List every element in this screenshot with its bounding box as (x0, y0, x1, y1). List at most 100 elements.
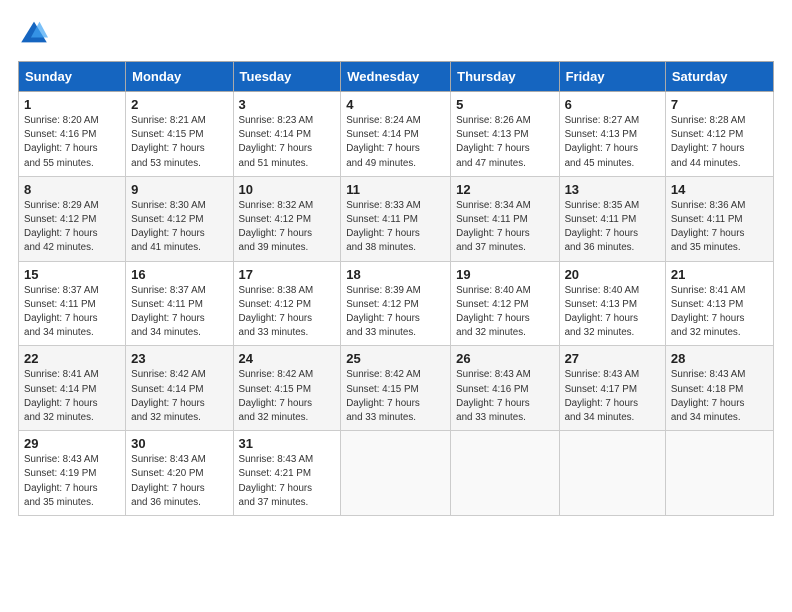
day-info: Sunrise: 8:42 AM Sunset: 4:15 PM Dayligh… (239, 368, 336, 425)
day-info: Sunrise: 8:23 AM Sunset: 4:14 PM Dayligh… (239, 114, 336, 171)
day-number: 28 (671, 351, 768, 366)
logo-icon (20, 18, 48, 46)
col-header-monday: Monday (126, 62, 233, 92)
calendar-cell: 29 Sunrise: 8:43 AM Sunset: 4:19 PM Dayl… (19, 431, 126, 516)
day-number: 25 (346, 351, 445, 366)
calendar-cell (341, 431, 451, 516)
day-number: 19 (456, 267, 553, 282)
day-info: Sunrise: 8:43 AM Sunset: 4:16 PM Dayligh… (456, 368, 553, 425)
calendar-cell: 6 Sunrise: 8:27 AM Sunset: 4:13 PM Dayli… (559, 92, 665, 177)
day-info: Sunrise: 8:32 AM Sunset: 4:12 PM Dayligh… (239, 199, 336, 256)
day-number: 3 (239, 97, 336, 112)
calendar-cell: 24 Sunrise: 8:42 AM Sunset: 4:15 PM Dayl… (233, 346, 341, 431)
calendar-week-5: 29 Sunrise: 8:43 AM Sunset: 4:19 PM Dayl… (19, 431, 774, 516)
col-header-tuesday: Tuesday (233, 62, 341, 92)
col-header-wednesday: Wednesday (341, 62, 451, 92)
day-info: Sunrise: 8:34 AM Sunset: 4:11 PM Dayligh… (456, 199, 553, 256)
day-number: 6 (565, 97, 660, 112)
day-info: Sunrise: 8:20 AM Sunset: 4:16 PM Dayligh… (24, 114, 120, 171)
calendar-week-1: 1 Sunrise: 8:20 AM Sunset: 4:16 PM Dayli… (19, 92, 774, 177)
calendar-header-row: SundayMondayTuesdayWednesdayThursdayFrid… (19, 62, 774, 92)
calendar-cell: 25 Sunrise: 8:42 AM Sunset: 4:15 PM Dayl… (341, 346, 451, 431)
calendar-cell: 8 Sunrise: 8:29 AM Sunset: 4:12 PM Dayli… (19, 176, 126, 261)
calendar-cell (451, 431, 559, 516)
calendar-cell: 17 Sunrise: 8:38 AM Sunset: 4:12 PM Dayl… (233, 261, 341, 346)
day-number: 30 (131, 436, 227, 451)
day-info: Sunrise: 8:26 AM Sunset: 4:13 PM Dayligh… (456, 114, 553, 171)
col-header-sunday: Sunday (19, 62, 126, 92)
day-number: 31 (239, 436, 336, 451)
day-info: Sunrise: 8:21 AM Sunset: 4:15 PM Dayligh… (131, 114, 227, 171)
day-info: Sunrise: 8:35 AM Sunset: 4:11 PM Dayligh… (565, 199, 660, 256)
calendar-cell: 31 Sunrise: 8:43 AM Sunset: 4:21 PM Dayl… (233, 431, 341, 516)
col-header-saturday: Saturday (665, 62, 773, 92)
calendar-cell: 21 Sunrise: 8:41 AM Sunset: 4:13 PM Dayl… (665, 261, 773, 346)
day-number: 20 (565, 267, 660, 282)
day-number: 5 (456, 97, 553, 112)
calendar-cell: 14 Sunrise: 8:36 AM Sunset: 4:11 PM Dayl… (665, 176, 773, 261)
day-info: Sunrise: 8:42 AM Sunset: 4:15 PM Dayligh… (346, 368, 445, 425)
calendar-cell: 10 Sunrise: 8:32 AM Sunset: 4:12 PM Dayl… (233, 176, 341, 261)
day-number: 8 (24, 182, 120, 197)
calendar-cell: 3 Sunrise: 8:23 AM Sunset: 4:14 PM Dayli… (233, 92, 341, 177)
day-number: 15 (24, 267, 120, 282)
day-number: 7 (671, 97, 768, 112)
day-number: 12 (456, 182, 553, 197)
day-number: 27 (565, 351, 660, 366)
day-info: Sunrise: 8:39 AM Sunset: 4:12 PM Dayligh… (346, 284, 445, 341)
logo (18, 18, 52, 51)
day-info: Sunrise: 8:29 AM Sunset: 4:12 PM Dayligh… (24, 199, 120, 256)
day-info: Sunrise: 8:41 AM Sunset: 4:13 PM Dayligh… (671, 284, 768, 341)
calendar-cell: 23 Sunrise: 8:42 AM Sunset: 4:14 PM Dayl… (126, 346, 233, 431)
day-number: 14 (671, 182, 768, 197)
day-number: 2 (131, 97, 227, 112)
day-info: Sunrise: 8:24 AM Sunset: 4:14 PM Dayligh… (346, 114, 445, 171)
calendar-cell: 22 Sunrise: 8:41 AM Sunset: 4:14 PM Dayl… (19, 346, 126, 431)
day-info: Sunrise: 8:37 AM Sunset: 4:11 PM Dayligh… (131, 284, 227, 341)
day-info: Sunrise: 8:36 AM Sunset: 4:11 PM Dayligh… (671, 199, 768, 256)
calendar-week-2: 8 Sunrise: 8:29 AM Sunset: 4:12 PM Dayli… (19, 176, 774, 261)
calendar-cell: 7 Sunrise: 8:28 AM Sunset: 4:12 PM Dayli… (665, 92, 773, 177)
calendar-cell: 26 Sunrise: 8:43 AM Sunset: 4:16 PM Dayl… (451, 346, 559, 431)
calendar-cell: 20 Sunrise: 8:40 AM Sunset: 4:13 PM Dayl… (559, 261, 665, 346)
day-info: Sunrise: 8:43 AM Sunset: 4:21 PM Dayligh… (239, 453, 336, 510)
day-info: Sunrise: 8:37 AM Sunset: 4:11 PM Dayligh… (24, 284, 120, 341)
day-number: 23 (131, 351, 227, 366)
calendar-cell (559, 431, 665, 516)
calendar-cell: 9 Sunrise: 8:30 AM Sunset: 4:12 PM Dayli… (126, 176, 233, 261)
day-info: Sunrise: 8:28 AM Sunset: 4:12 PM Dayligh… (671, 114, 768, 171)
calendar-cell: 19 Sunrise: 8:40 AM Sunset: 4:12 PM Dayl… (451, 261, 559, 346)
day-info: Sunrise: 8:38 AM Sunset: 4:12 PM Dayligh… (239, 284, 336, 341)
calendar-cell: 28 Sunrise: 8:43 AM Sunset: 4:18 PM Dayl… (665, 346, 773, 431)
day-info: Sunrise: 8:43 AM Sunset: 4:18 PM Dayligh… (671, 368, 768, 425)
calendar-cell: 5 Sunrise: 8:26 AM Sunset: 4:13 PM Dayli… (451, 92, 559, 177)
day-number: 26 (456, 351, 553, 366)
day-number: 17 (239, 267, 336, 282)
calendar-cell: 27 Sunrise: 8:43 AM Sunset: 4:17 PM Dayl… (559, 346, 665, 431)
day-info: Sunrise: 8:42 AM Sunset: 4:14 PM Dayligh… (131, 368, 227, 425)
day-info: Sunrise: 8:27 AM Sunset: 4:13 PM Dayligh… (565, 114, 660, 171)
calendar-cell: 1 Sunrise: 8:20 AM Sunset: 4:16 PM Dayli… (19, 92, 126, 177)
day-number: 18 (346, 267, 445, 282)
page-header (18, 18, 774, 51)
day-number: 24 (239, 351, 336, 366)
col-header-friday: Friday (559, 62, 665, 92)
day-number: 22 (24, 351, 120, 366)
calendar-cell: 2 Sunrise: 8:21 AM Sunset: 4:15 PM Dayli… (126, 92, 233, 177)
day-info: Sunrise: 8:40 AM Sunset: 4:13 PM Dayligh… (565, 284, 660, 341)
day-number: 21 (671, 267, 768, 282)
day-number: 9 (131, 182, 227, 197)
day-info: Sunrise: 8:30 AM Sunset: 4:12 PM Dayligh… (131, 199, 227, 256)
calendar-week-4: 22 Sunrise: 8:41 AM Sunset: 4:14 PM Dayl… (19, 346, 774, 431)
calendar-cell: 11 Sunrise: 8:33 AM Sunset: 4:11 PM Dayl… (341, 176, 451, 261)
day-number: 4 (346, 97, 445, 112)
day-number: 13 (565, 182, 660, 197)
col-header-thursday: Thursday (451, 62, 559, 92)
day-info: Sunrise: 8:40 AM Sunset: 4:12 PM Dayligh… (456, 284, 553, 341)
calendar-cell: 12 Sunrise: 8:34 AM Sunset: 4:11 PM Dayl… (451, 176, 559, 261)
day-number: 1 (24, 97, 120, 112)
day-number: 11 (346, 182, 445, 197)
day-info: Sunrise: 8:33 AM Sunset: 4:11 PM Dayligh… (346, 199, 445, 256)
calendar-cell: 4 Sunrise: 8:24 AM Sunset: 4:14 PM Dayli… (341, 92, 451, 177)
calendar-table: SundayMondayTuesdayWednesdayThursdayFrid… (18, 61, 774, 516)
